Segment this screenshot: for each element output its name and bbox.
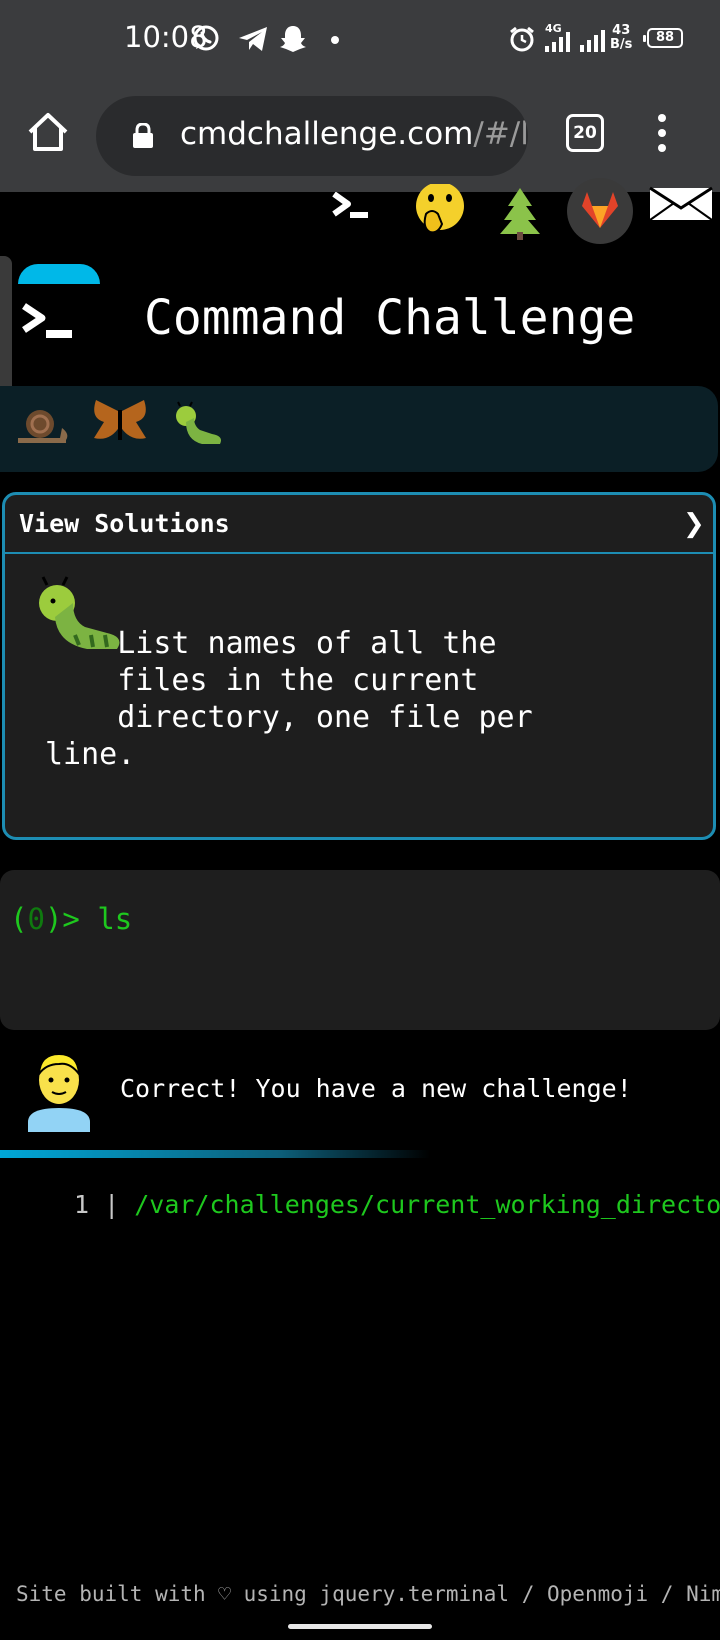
snapchat-icon	[280, 26, 306, 52]
person-avatar-icon	[28, 1052, 90, 1132]
caterpillar-icon[interactable]	[172, 400, 226, 454]
terminal-logo-icon	[22, 303, 72, 338]
challenge-description: List names of all the files in the curre…	[45, 626, 533, 772]
envelope-icon[interactable]	[648, 186, 714, 222]
progress-bar	[0, 386, 718, 472]
divider-line	[0, 1150, 430, 1158]
terminal-icon[interactable]	[330, 192, 372, 222]
view-solutions-toggle[interactable]: View Solutions ❯	[5, 495, 713, 554]
battery-icon: 88	[643, 28, 683, 48]
overflow-menu-icon[interactable]	[654, 114, 670, 154]
snail-icon[interactable]	[16, 404, 70, 448]
umbrella-logo	[18, 264, 100, 284]
tree-icon[interactable]	[496, 186, 544, 240]
whatsapp-icon	[193, 25, 219, 51]
address-bar[interactable]: cmdchallenge.com/#/l	[96, 96, 528, 176]
terminal-input[interactable]: (0)> ls	[0, 870, 720, 1030]
notification-dot-icon	[331, 36, 339, 44]
browser-toolbar: cmdchallenge.com/#/l 20	[0, 80, 720, 192]
command-text: ls	[97, 902, 133, 936]
url-text: cmdchallenge.com/#/l	[180, 116, 528, 152]
tab-switcher-button[interactable]: 20	[566, 114, 604, 152]
top-icon-row	[0, 178, 720, 252]
footer-credits: Site built with ♡ using jquery.terminal …	[16, 1582, 720, 1606]
chevron-right-icon: ❯	[683, 509, 705, 539]
view-solutions-label: View Solutions	[19, 509, 230, 538]
moth-icon[interactable]	[90, 396, 150, 448]
challenge-card: View Solutions ❯ List names of all the f…	[2, 492, 716, 840]
output-line: 1 | /var/challenges/current_working_dire…	[74, 1190, 720, 1219]
line-number: 1	[74, 1190, 90, 1219]
alarm-icon	[510, 26, 534, 52]
signal-icon-2	[580, 30, 605, 52]
home-indicator[interactable]	[288, 1624, 432, 1629]
lock-icon	[133, 123, 153, 148]
telegram-icon	[239, 27, 267, 51]
result-message: Correct! You have a new challenge!	[120, 1074, 632, 1103]
home-icon[interactable]	[24, 108, 72, 156]
page-title: Command Challenge	[144, 290, 636, 346]
status-bar: 10:08 4G 43 B/s 88	[0, 0, 720, 80]
network-speed: 43 B/s	[610, 23, 633, 52]
output-path: /var/challenges/current_working_director…	[134, 1190, 720, 1219]
signal-icon	[545, 32, 570, 52]
prompt-line: (0)> ls	[10, 902, 133, 936]
face-with-hand-over-mouth-icon[interactable]	[412, 184, 468, 236]
gitlab-icon[interactable]	[567, 178, 633, 244]
